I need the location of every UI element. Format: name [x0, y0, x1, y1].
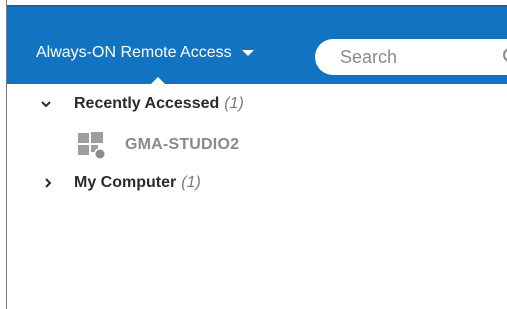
tree-group-my-computer[interactable]: My Computer (1) [40, 171, 201, 195]
header-bar: Always-ON Remote Access [7, 5, 507, 89]
group-label: Recently Accessed [74, 95, 220, 112]
access-menu-label: Always-ON Remote Access [36, 44, 232, 61]
group-count: (1) [224, 95, 244, 112]
computer-name: GMA-STUDIO2 [125, 136, 240, 153]
tree-group-recently-accessed[interactable]: Recently Accessed (1) [40, 92, 244, 116]
group-label: My Computer [74, 174, 177, 191]
windows-computer-offline-icon [76, 130, 106, 160]
search-icon[interactable] [503, 48, 507, 62]
search-input[interactable] [340, 46, 490, 68]
menu-selection-pointer [146, 77, 170, 89]
chevron-right-icon[interactable] [42, 177, 54, 189]
chevron-down-icon[interactable] [40, 98, 52, 110]
app-window: Always-ON Remote Access Recently Accesse… [0, 0, 507, 309]
header-top-edge [7, 5, 507, 7]
computer-item[interactable]: GMA-STUDIO2 [76, 129, 239, 161]
group-count: (1) [181, 174, 201, 191]
caret-down-icon [241, 50, 254, 56]
search-box[interactable] [315, 39, 507, 75]
access-menu-button[interactable]: Always-ON Remote Access [36, 41, 254, 65]
